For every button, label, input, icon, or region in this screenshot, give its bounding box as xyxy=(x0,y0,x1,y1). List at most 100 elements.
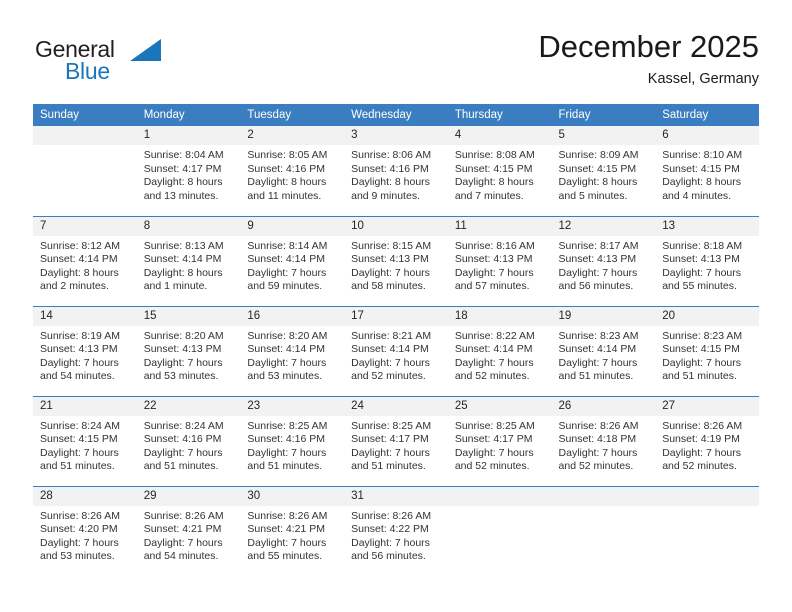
day-cell[interactable]: 13 Sunrise: 8:18 AM Sunset: 4:13 PM Dayl… xyxy=(655,215,759,306)
day-number: 10 xyxy=(344,216,448,236)
daylight-text-line2: and 53 minutes. xyxy=(143,370,219,383)
daylight-text-line2: and 58 minutes. xyxy=(351,280,426,293)
day-cell[interactable]: 1 Sunrise: 8:04 AM Sunset: 4:17 PM Dayli… xyxy=(136,126,241,216)
day-cell[interactable] xyxy=(447,485,552,576)
daylight-text-line1: Daylight: 7 hours xyxy=(247,536,327,549)
day-cell[interactable]: 11 Sunrise: 8:16 AM Sunset: 4:13 PM Dayl… xyxy=(447,215,552,306)
day-cell[interactable]: 31 Sunrise: 8:26 AM Sunset: 4:22 PM Dayl… xyxy=(344,485,448,576)
day-cell[interactable]: 4 Sunrise: 8:08 AM Sunset: 4:15 PM Dayli… xyxy=(447,126,552,216)
weekday-header-row: Sunday Monday Tuesday Wednesday Thursday… xyxy=(33,104,759,126)
daylight-text-line2: and 53 minutes. xyxy=(40,550,115,563)
daylight-text-line1: Daylight: 7 hours xyxy=(40,536,119,549)
day-cell[interactable]: 17 Sunrise: 8:21 AM Sunset: 4:14 PM Dayl… xyxy=(344,305,448,396)
sunset-text: Sunset: 4:21 PM xyxy=(247,523,326,536)
day-number: 6 xyxy=(655,126,759,145)
day-cell[interactable]: 29 Sunrise: 8:26 AM Sunset: 4:21 PM Dayl… xyxy=(136,485,241,576)
daylight-text-line2: and 52 minutes. xyxy=(454,460,530,473)
day-details: Sunrise: 8:14 AM Sunset: 4:14 PM Dayligh… xyxy=(240,236,344,294)
day-cell[interactable]: 14 Sunrise: 8:19 AM Sunset: 4:13 PM Dayl… xyxy=(33,305,137,396)
day-details: Sunrise: 8:15 AM Sunset: 4:13 PM Dayligh… xyxy=(344,236,448,294)
sunrise-text: Sunrise: 8:22 AM xyxy=(454,329,535,342)
day-details xyxy=(448,506,552,510)
day-details: Sunrise: 8:18 AM Sunset: 4:13 PM Dayligh… xyxy=(655,236,759,294)
day-cell[interactable]: 5 Sunrise: 8:09 AM Sunset: 4:15 PM Dayli… xyxy=(551,126,656,216)
day-cell[interactable]: 8 Sunrise: 8:13 AM Sunset: 4:14 PM Dayli… xyxy=(136,215,241,306)
day-cell[interactable]: 2 Sunrise: 8:05 AM Sunset: 4:16 PM Dayli… xyxy=(240,126,345,216)
day-details: Sunrise: 8:08 AM Sunset: 4:15 PM Dayligh… xyxy=(448,145,552,203)
logo-text-blue: Blue xyxy=(65,58,110,84)
day-cell[interactable]: 10 Sunrise: 8:15 AM Sunset: 4:13 PM Dayl… xyxy=(344,215,448,306)
daylight-text-line1: Daylight: 7 hours xyxy=(662,266,742,279)
day-cell[interactable]: 12 Sunrise: 8:17 AM Sunset: 4:13 PM Dayl… xyxy=(551,215,656,306)
sunrise-text: Sunrise: 8:18 AM xyxy=(662,239,743,252)
sunrise-text: Sunrise: 8:09 AM xyxy=(558,149,639,161)
day-cell[interactable]: 18 Sunrise: 8:22 AM Sunset: 4:14 PM Dayl… xyxy=(447,305,552,396)
sunset-text: Sunset: 4:17 PM xyxy=(454,433,533,446)
day-cell[interactable]: 16 Sunrise: 8:20 AM Sunset: 4:14 PM Dayl… xyxy=(240,305,345,396)
sunrise-text: Sunrise: 8:24 AM xyxy=(40,419,120,432)
day-details xyxy=(33,145,137,149)
daylight-text-line1: Daylight: 7 hours xyxy=(454,266,534,279)
day-number: 26 xyxy=(551,396,656,416)
daylight-text-line2: and 55 minutes. xyxy=(662,280,737,293)
sunset-text: Sunset: 4:17 PM xyxy=(143,162,222,175)
day-cell[interactable]: 23 Sunrise: 8:25 AM Sunset: 4:16 PM Dayl… xyxy=(240,395,345,486)
sunrise-text: Sunrise: 8:15 AM xyxy=(351,239,432,252)
daylight-text-line1: Daylight: 7 hours xyxy=(351,266,430,279)
day-cell[interactable]: 25 Sunrise: 8:25 AM Sunset: 4:17 PM Dayl… xyxy=(447,395,552,486)
day-details: Sunrise: 8:16 AM Sunset: 4:13 PM Dayligh… xyxy=(448,236,552,294)
day-cell[interactable]: 9 Sunrise: 8:14 AM Sunset: 4:14 PM Dayli… xyxy=(240,215,345,306)
day-cell[interactable]: 3 Sunrise: 8:06 AM Sunset: 4:16 PM Dayli… xyxy=(344,126,448,216)
day-number xyxy=(33,126,137,145)
daylight-text-line2: and 13 minutes. xyxy=(143,189,219,202)
day-cell[interactable]: 22 Sunrise: 8:24 AM Sunset: 4:16 PM Dayl… xyxy=(136,395,241,486)
daylight-text-line2: and 51 minutes. xyxy=(351,460,426,473)
day-cell[interactable]: 19 Sunrise: 8:23 AM Sunset: 4:14 PM Dayl… xyxy=(551,305,656,396)
day-cell[interactable]: 15 Sunrise: 8:20 AM Sunset: 4:13 PM Dayl… xyxy=(136,305,241,396)
day-details: Sunrise: 8:24 AM Sunset: 4:16 PM Dayligh… xyxy=(137,416,241,474)
day-details: Sunrise: 8:20 AM Sunset: 4:14 PM Dayligh… xyxy=(240,326,344,384)
calendar-page: General Blue December 2025 Kassel, Germa… xyxy=(0,0,792,612)
daylight-text-line2: and 52 minutes. xyxy=(558,460,634,473)
day-number: 17 xyxy=(344,306,448,326)
day-details: Sunrise: 8:23 AM Sunset: 4:14 PM Dayligh… xyxy=(552,326,656,384)
day-number: 8 xyxy=(136,216,241,236)
day-cell[interactable] xyxy=(33,126,137,216)
day-details: Sunrise: 8:06 AM Sunset: 4:16 PM Dayligh… xyxy=(344,145,448,203)
sunrise-text: Sunrise: 8:26 AM xyxy=(351,509,432,522)
day-cell[interactable]: 21 Sunrise: 8:24 AM Sunset: 4:15 PM Dayl… xyxy=(33,395,137,486)
day-details: Sunrise: 8:23 AM Sunset: 4:15 PM Dayligh… xyxy=(655,326,759,384)
day-cell[interactable]: 30 Sunrise: 8:26 AM Sunset: 4:21 PM Dayl… xyxy=(240,485,345,576)
calendar-body: 1 Sunrise: 8:04 AM Sunset: 4:17 PM Dayli… xyxy=(33,126,759,576)
day-cell[interactable]: 28 Sunrise: 8:26 AM Sunset: 4:20 PM Dayl… xyxy=(33,485,137,576)
sunset-text: Sunset: 4:16 PM xyxy=(143,433,222,446)
day-cell[interactable]: 24 Sunrise: 8:25 AM Sunset: 4:17 PM Dayl… xyxy=(344,395,448,486)
day-cell[interactable]: 26 Sunrise: 8:26 AM Sunset: 4:18 PM Dayl… xyxy=(551,395,656,486)
day-number: 1 xyxy=(136,126,241,145)
day-number: 30 xyxy=(240,486,345,506)
month-calendar: Sunday Monday Tuesday Wednesday Thursday… xyxy=(33,104,759,576)
day-details: Sunrise: 8:13 AM Sunset: 4:14 PM Dayligh… xyxy=(137,236,241,294)
sunset-text: Sunset: 4:20 PM xyxy=(40,523,118,536)
sunset-text: Sunset: 4:19 PM xyxy=(662,433,740,446)
daylight-text-line1: Daylight: 7 hours xyxy=(40,356,119,369)
daylight-text-line1: Daylight: 7 hours xyxy=(454,356,534,369)
day-cell[interactable]: 20 Sunrise: 8:23 AM Sunset: 4:15 PM Dayl… xyxy=(655,305,759,396)
day-cell[interactable]: 27 Sunrise: 8:26 AM Sunset: 4:19 PM Dayl… xyxy=(655,395,759,486)
day-number: 22 xyxy=(136,396,241,416)
day-cell[interactable] xyxy=(551,485,656,576)
logo-general-blue[interactable]: General Blue xyxy=(35,32,215,94)
daylight-text-line1: Daylight: 7 hours xyxy=(558,446,638,459)
day-number: 27 xyxy=(655,396,759,416)
daylight-text-line1: Daylight: 7 hours xyxy=(247,356,327,369)
day-number: 19 xyxy=(551,306,656,326)
day-details xyxy=(552,506,656,510)
daylight-text-line2: and 2 minutes. xyxy=(40,280,109,293)
day-cell[interactable]: 6 Sunrise: 8:10 AM Sunset: 4:15 PM Dayli… xyxy=(655,126,759,216)
sunrise-text: Sunrise: 8:17 AM xyxy=(558,239,639,252)
day-cell[interactable]: 7 Sunrise: 8:12 AM Sunset: 4:14 PM Dayli… xyxy=(33,215,137,306)
daylight-text-line2: and 9 minutes. xyxy=(351,189,420,202)
day-details: Sunrise: 8:20 AM Sunset: 4:13 PM Dayligh… xyxy=(137,326,241,384)
day-cell[interactable] xyxy=(655,485,759,576)
day-number: 15 xyxy=(136,306,241,326)
